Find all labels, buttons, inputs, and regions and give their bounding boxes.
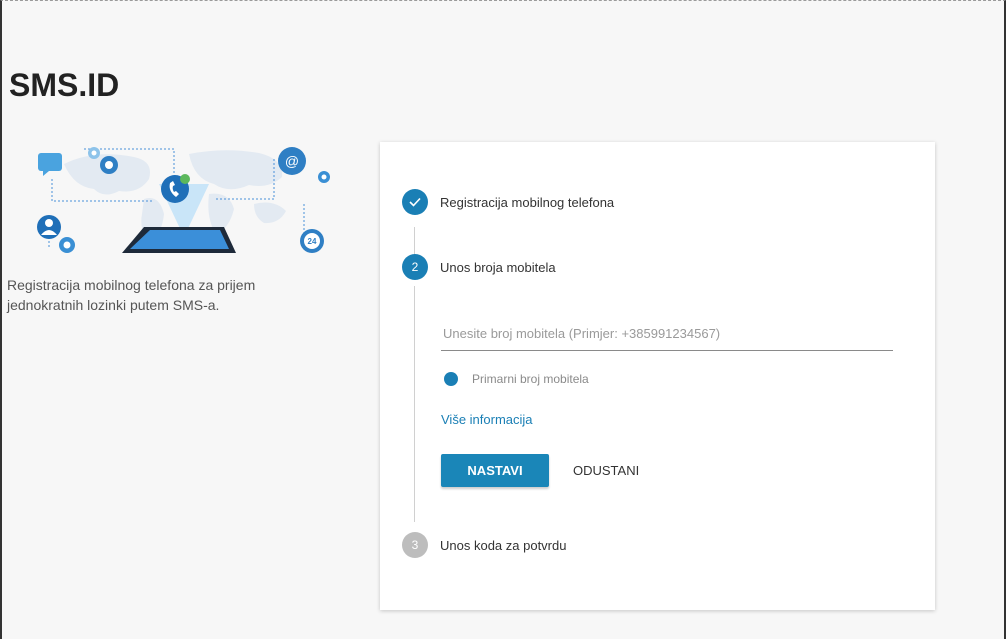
- at-label: @: [285, 153, 299, 169]
- step-3-label: Unos koda za potvrdu: [440, 537, 567, 553]
- more-info-link[interactable]: Više informacija: [441, 412, 533, 427]
- radio-selected-icon[interactable]: [444, 372, 458, 386]
- registration-card: Registracija mobilnog telefona 2 Unos br…: [380, 142, 935, 610]
- stepper-connector: [414, 286, 415, 522]
- continue-button[interactable]: NASTAVI: [441, 454, 549, 487]
- chat-icon: [38, 153, 62, 176]
- at-icon: @: [278, 147, 306, 175]
- step-1: Registracija mobilnog telefona: [402, 189, 614, 215]
- clock-24-icon: 24: [300, 229, 324, 253]
- step-3-number: 3: [402, 532, 428, 558]
- app-title: SMS.ID: [9, 67, 120, 103]
- page-frame: SMS.ID @ 24 Registracija mobilnog telefo…: [0, 0, 1006, 639]
- step-2-label: Unos broja mobitela: [440, 259, 556, 275]
- phone-number-input[interactable]: [441, 316, 893, 351]
- check-icon: [402, 189, 428, 215]
- step-2-number: 2: [402, 254, 428, 280]
- step-3: 3 Unos koda za potvrdu: [402, 532, 566, 558]
- clock-label: 24: [308, 237, 317, 246]
- user-icon: [37, 215, 61, 239]
- step-1-label: Registracija mobilnog telefona: [440, 194, 615, 210]
- intro-text: Registracija mobilnog telefona za prijem…: [7, 277, 256, 313]
- step-2: 2 Unos broja mobitela: [402, 254, 556, 280]
- illustration: @ 24: [37, 147, 330, 253]
- cancel-button[interactable]: ODUSTANI: [565, 454, 647, 487]
- primary-number-label: Primarni broj mobitela: [472, 372, 589, 386]
- primary-number-option[interactable]: Primarni broj mobitela: [444, 372, 589, 386]
- tablet-icon: [122, 227, 236, 253]
